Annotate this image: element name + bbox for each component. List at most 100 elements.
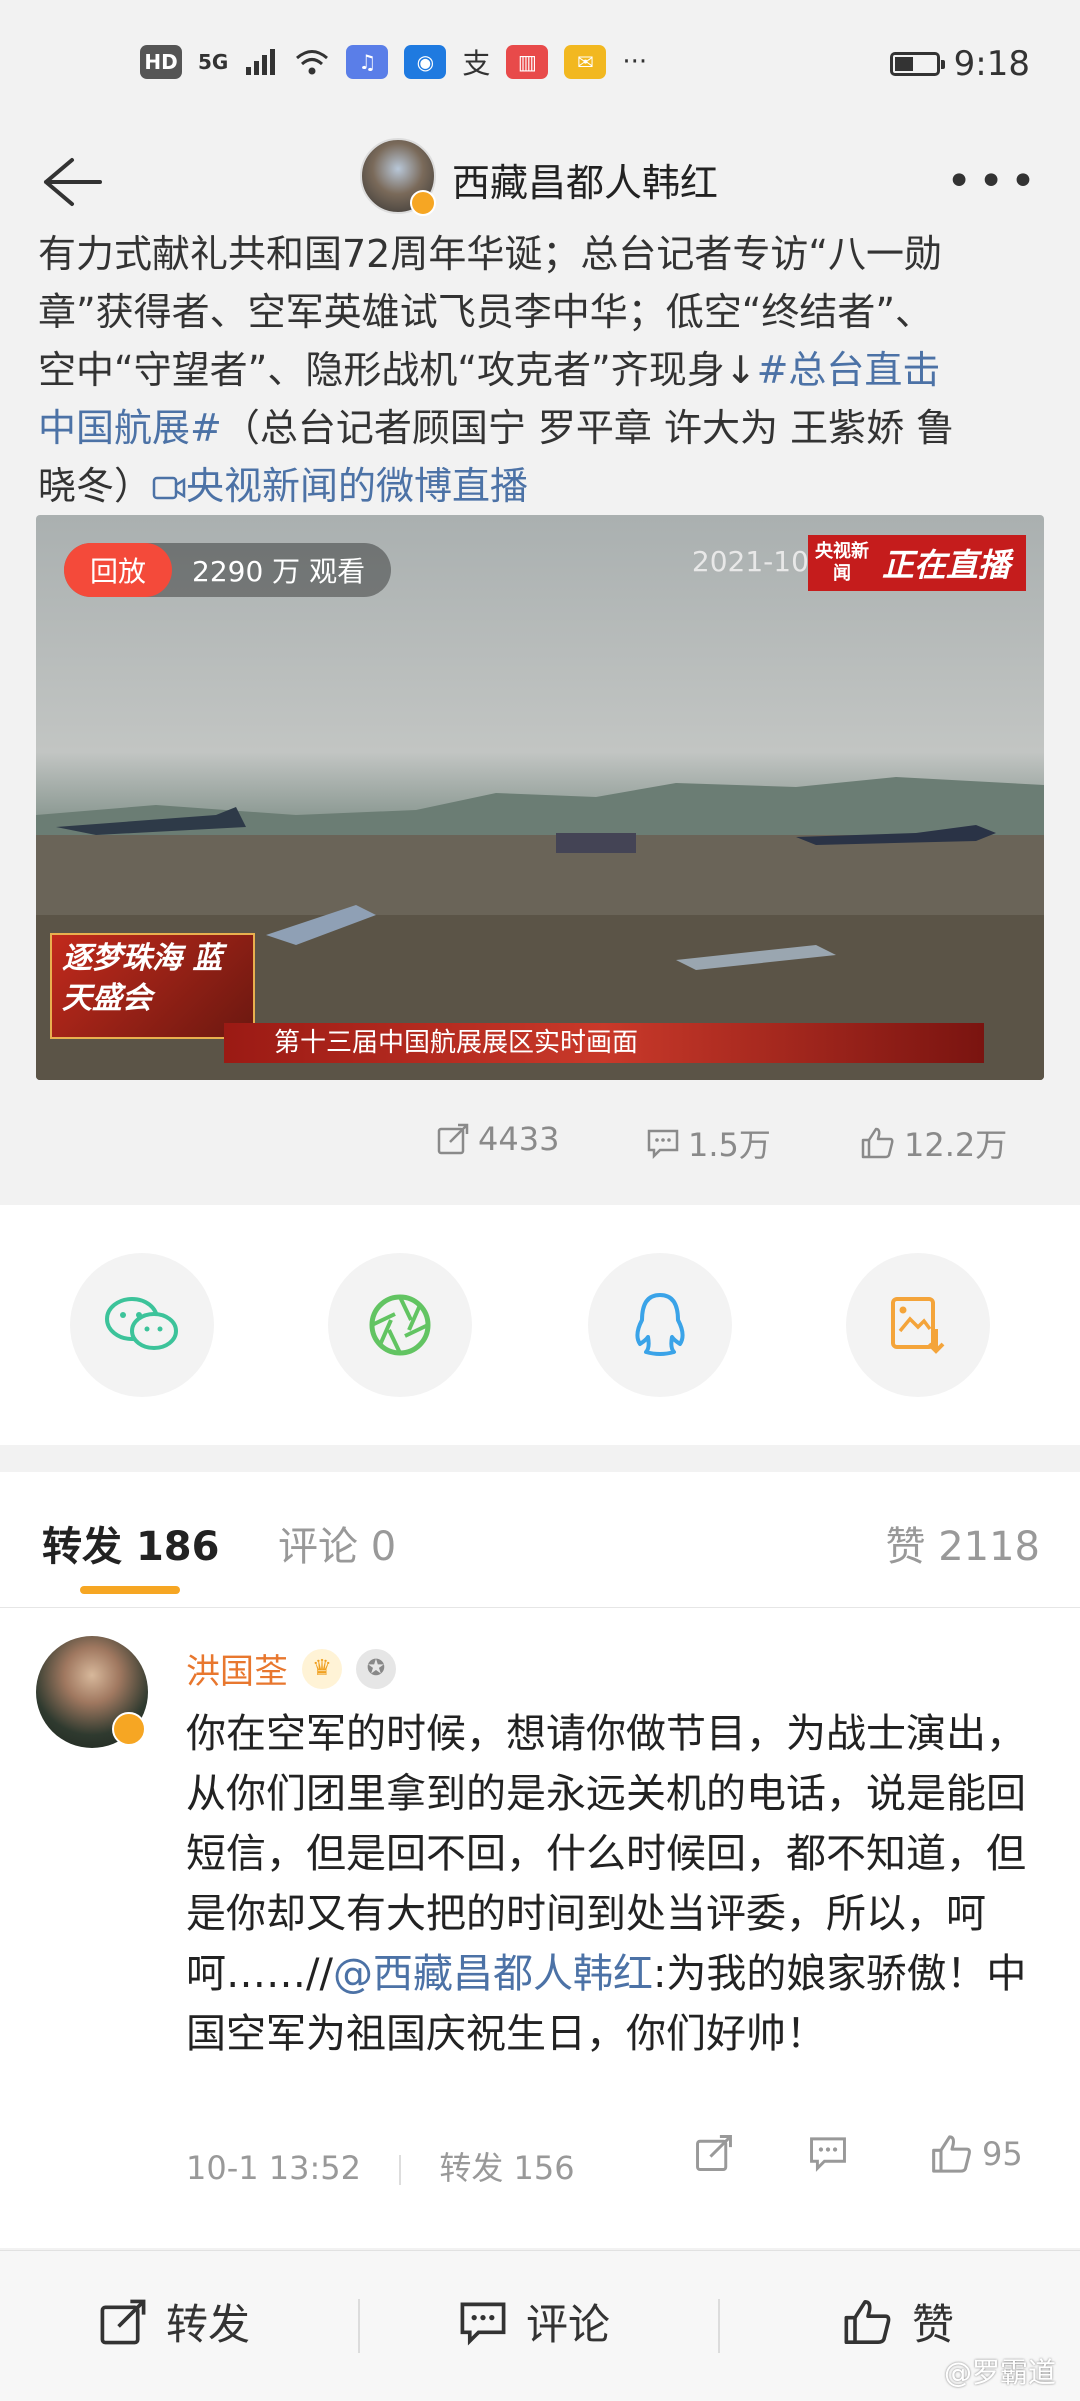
post-text-segment: 章”获得者、空军英雄试飞员李中华；低空“终结者”、	[38, 290, 934, 334]
more-options-icon[interactable]: •••	[946, 156, 1042, 207]
post-line: 中国航展#（总台记者顾国宁 罗平章 许大为 王紫娇 鲁	[38, 399, 1048, 457]
wifi-icon	[296, 50, 329, 75]
live-link[interactable]: 央视新闻的微博直播	[152, 464, 528, 508]
like-count: 12.2万	[904, 1126, 1008, 1164]
comment-icon	[810, 2137, 846, 2172]
thumbs-up-icon	[844, 2299, 891, 2344]
verified-badge-icon	[410, 190, 436, 216]
thumbs-up-icon	[861, 1127, 894, 1159]
network-type-label: 5G	[198, 50, 229, 74]
bottom-comment-label: 评论	[526, 2300, 611, 2349]
moments-icon	[369, 1294, 431, 1356]
tab-reposts-label: 转发	[42, 1524, 122, 1570]
live-link-label: 央视新闻的微博直播	[186, 464, 529, 508]
comment-stat[interactable]: 1.5万	[646, 1120, 771, 1166]
post-text-segment: （总台记者顾国宁 罗平章 许大为 王紫娇 鲁	[221, 406, 955, 450]
verified-badge-icon	[112, 1712, 146, 1746]
view-count: 2290 万 观看	[192, 555, 366, 588]
video-player[interactable]: 回放 2290 万 观看 2021-10- 央视新闻 正在直播 逐梦珠海 蓝天盛…	[36, 515, 1044, 1080]
book-app-icon: ▥	[506, 45, 549, 79]
repost-icon	[696, 2135, 732, 2171]
comment-repost-action[interactable]	[694, 2133, 734, 2173]
post-line: 空中“守望者”、隐形战机“攻克者”齐现身↓#总台直击	[38, 341, 1048, 399]
hd-icon: HD	[140, 45, 182, 79]
video-date: 2021-10-	[691, 545, 819, 578]
save-image-icon	[891, 1297, 945, 1354]
tab-likes[interactable]: 赞 2118	[885, 1514, 1040, 1572]
comment-repost-count: 转发 156	[439, 2149, 575, 2187]
tab-comments-count: 0	[370, 1524, 397, 1570]
bottom-action-bar: 转发 评论 赞 @罗霸道	[0, 2250, 1080, 2401]
repost-item: 洪国荃 ♛ ✪ 你在空军的时候，想请你做节目，为战士演出，从你们团里拿到的是永远…	[0, 1608, 1080, 2248]
comment-meta: 10-1 13:52 转发 156	[186, 2143, 1046, 2189]
meta-divider	[399, 2155, 402, 2185]
share-wechat-button[interactable]	[70, 1253, 214, 1397]
save-image-button[interactable]	[846, 1253, 990, 1397]
wechat-icon	[105, 1297, 178, 1350]
comment-reply-action[interactable]	[808, 2133, 848, 2173]
active-tab-indicator	[80, 1586, 180, 1594]
clock: 9:18	[953, 44, 1030, 84]
bottom-repost-button[interactable]: 转发	[98, 2291, 250, 2352]
tab-reposts[interactable]: 转发 186	[42, 1514, 219, 1572]
bottom-like-label: 赞	[912, 2300, 955, 2349]
more-notifications-icon: ···	[622, 47, 648, 77]
post-text-segment: 有力式献礼共和国72周年华诞；总台记者专访“八一勋	[38, 232, 943, 276]
tab-likes-label: 赞	[885, 1524, 926, 1570]
comment-icon	[460, 2302, 506, 2346]
page-title[interactable]: 西藏昌都人韩红	[452, 152, 718, 207]
status-icons-right: 9:18	[889, 44, 1030, 84]
comment-count: 1.5万	[688, 1126, 771, 1164]
tab-likes-count: 2118	[938, 1524, 1040, 1570]
tab-reposts-count: 186	[135, 1524, 220, 1570]
tab-comments-label: 评论	[278, 1524, 358, 1570]
like-stat[interactable]: 12.2万	[860, 1120, 1007, 1166]
share-qq-button[interactable]	[588, 1253, 732, 1397]
crown-badge-icon: ♛	[302, 1648, 342, 1689]
music-app-icon: ♫	[346, 45, 389, 79]
repost-icon	[437, 1123, 469, 1155]
alipay-icon: 支	[462, 47, 491, 80]
replay-label: 回放	[64, 543, 173, 597]
medal-badge-icon: ✪	[356, 1648, 396, 1689]
watermark: @罗霸道	[943, 2356, 1056, 2389]
post-text-segment: 空中“守望者”、隐形战机“攻克者”齐现身↓	[38, 348, 757, 392]
comment-body: 你在空军的时候，想请你做节目，为战士演出，从你们团里拿到的是永远关机的电话，说是…	[186, 1704, 1046, 2064]
hashtag-link[interactable]: #总台直击	[757, 348, 941, 392]
repost-stat[interactable]: 4433	[436, 1120, 559, 1158]
mention-link[interactable]: @西藏昌都人韩红	[333, 1951, 653, 1997]
live-logo-small: 央视新闻	[814, 541, 869, 584]
comment-time: 10-1 13:52	[186, 2149, 362, 2187]
video-caption: 第十三届中国航展展区实时画面	[224, 1023, 984, 1063]
post-line: 晓冬） 央视新闻的微博直播	[38, 457, 1048, 515]
commenter-name-row: 洪国荃 ♛ ✪	[186, 1644, 396, 1693]
status-bar: HD 5G ♫ ◉ 支 ▥ ✉ ··· 9:18	[0, 0, 1080, 130]
back-arrow-icon[interactable]	[28, 142, 108, 222]
bottom-comment-button[interactable]: 评论	[458, 2291, 610, 2352]
live-broadcast-logo: 央视新闻 正在直播	[807, 535, 1026, 591]
video-link-icon	[152, 476, 186, 500]
status-icons-left: HD 5G ♫ ◉ 支 ▥ ✉ ···	[140, 42, 647, 82]
mail-app-icon: ✉	[564, 45, 607, 79]
post-line: 章”获得者、空军英雄试飞员李中华；低空“终结者”、	[38, 283, 1048, 341]
comment-icon	[647, 1129, 679, 1160]
bottom-repost-label: 转发	[166, 2300, 251, 2349]
battery-icon	[889, 52, 945, 76]
bottom-like-button[interactable]: 赞	[842, 2291, 954, 2352]
repost-count: 4433	[478, 1120, 560, 1158]
hashtag-link-cont[interactable]: 中国航展#	[38, 406, 222, 450]
bottom-divider	[358, 2299, 360, 2353]
tab-comments[interactable]: 评论 0	[278, 1514, 396, 1572]
repost-icon	[100, 2299, 146, 2344]
bottom-divider	[718, 2299, 720, 2353]
qq-icon	[635, 1293, 685, 1356]
share-panel	[0, 1205, 1080, 1445]
bulb-app-icon: ◉	[404, 45, 447, 79]
comment-like-action[interactable]: 95	[930, 2133, 1023, 2175]
replay-badge: 回放 2290 万 观看	[64, 543, 392, 597]
commenter-name[interactable]: 洪国荃	[186, 1644, 288, 1693]
live-logo-big: 正在直播	[881, 546, 1010, 584]
share-moments-button[interactable]	[328, 1253, 472, 1397]
thumbs-up-icon	[932, 2135, 971, 2173]
post-line: 有力式献礼共和国72周年华诞；总台记者专访“八一勋	[38, 225, 1048, 283]
